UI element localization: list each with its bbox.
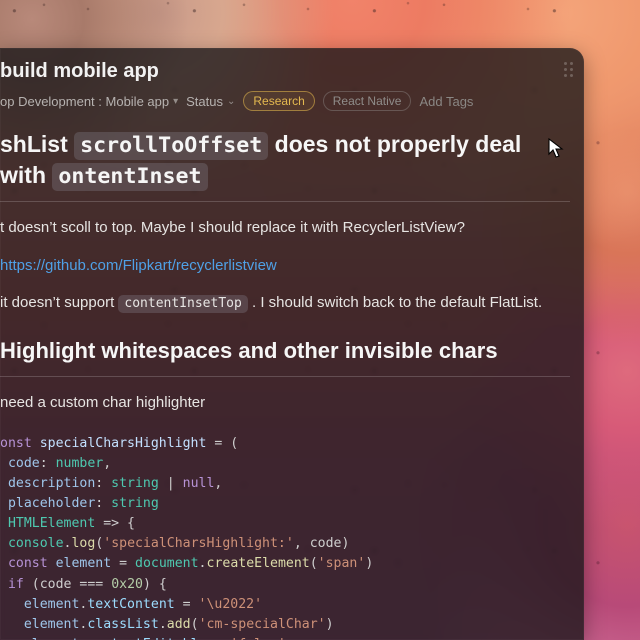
- heading-highlight: Highlight whitespaces and other invisibl…: [0, 336, 570, 377]
- code-chip: ontentInset: [52, 163, 207, 191]
- meta-row: op Development : Mobile app ▾ Status ⌄ R…: [0, 91, 570, 129]
- code-chip: contentInsetTop: [118, 295, 247, 313]
- code-chip: scrollToOffset: [74, 132, 268, 160]
- external-link[interactable]: https://github.com/Flipkart/recyclerlist…: [0, 257, 277, 274]
- drag-handle-icon[interactable]: [564, 62, 574, 78]
- paragraph: t doesn’t scoll to top. Maybe I should r…: [0, 216, 570, 239]
- page-title: build mobile app: [0, 60, 570, 91]
- code-block[interactable]: onst specialCharsHighlight = ( code: num…: [0, 428, 570, 640]
- status-label: Status: [186, 94, 223, 109]
- chevron-down-icon: ▾: [173, 96, 178, 107]
- chevron-down-icon: ⌄: [227, 96, 235, 107]
- tag-research[interactable]: Research: [243, 91, 314, 111]
- tag-react-native[interactable]: React Native: [323, 91, 412, 111]
- note-panel: build mobile app op Development : Mobile…: [0, 48, 584, 640]
- add-tags-button[interactable]: Add Tags: [419, 94, 473, 109]
- status-dropdown[interactable]: Status ⌄: [186, 94, 235, 109]
- breadcrumb-text: op Development : Mobile app: [0, 94, 169, 109]
- heading-flashlist: shList scrollToOffset does not properly …: [0, 129, 570, 202]
- paragraph: it doesn’t support contentInsetTop . I s…: [0, 291, 570, 314]
- notebook-breadcrumb[interactable]: op Development : Mobile app ▾: [0, 94, 178, 109]
- note-body[interactable]: shList scrollToOffset does not properly …: [0, 129, 584, 640]
- paragraph: need a custom char highlighter: [0, 391, 570, 414]
